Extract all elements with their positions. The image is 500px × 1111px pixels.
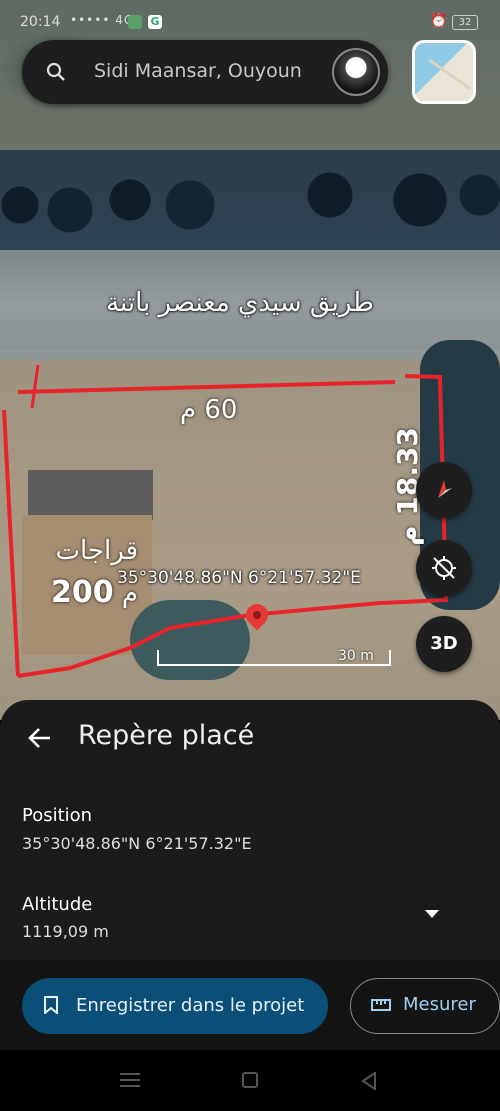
chevron-down-icon[interactable] (425, 910, 439, 918)
measure-button[interactable]: Mesurer (350, 978, 500, 1034)
avatar[interactable] (332, 48, 380, 96)
position-value: 35°30'48.86"N 6°21'57.32"E (22, 834, 252, 853)
search-input[interactable]: Sidi Maansar, Ouyoun (94, 60, 302, 82)
search-bar[interactable]: Sidi Maansar, Ouyoun (22, 40, 388, 104)
battery-icon: 32 (452, 15, 478, 30)
search-icon[interactable] (46, 62, 66, 82)
map-type-button[interactable] (412, 40, 476, 104)
status-bar: 20:14 ••••• 4G G ⏰ 32 (0, 10, 500, 34)
scale-label: 30 m (338, 648, 374, 664)
system-nav-bar (0, 1050, 500, 1111)
save-to-project-button[interactable]: Enregistrer dans le projet (22, 978, 328, 1034)
road-label: طريق سيدي معنصر باتنة (106, 288, 374, 318)
alarm-icon: ⏰ (430, 13, 448, 29)
pin-coordinates: 35°30'48.86"N 6°21'57.32"E (117, 568, 361, 588)
my-location-button[interactable] (416, 540, 472, 596)
width-label: 60 م (180, 395, 238, 425)
signal-icon: ••••• 4G (70, 13, 135, 27)
save-button-label: Enregistrer dans le projet (76, 995, 305, 1016)
garages-value: 200 (51, 575, 114, 610)
ruler-icon (371, 999, 391, 1011)
nav-back-icon[interactable] (360, 1072, 378, 1090)
status-time: 20:14 (20, 14, 61, 30)
home-icon[interactable] (242, 1072, 258, 1088)
app-notification-icon (128, 15, 142, 29)
recent-apps-icon[interactable] (120, 1073, 140, 1087)
garages-title: قراجات (55, 536, 138, 566)
altitude-label: Altitude (22, 894, 93, 915)
measure-button-label: Mesurer (403, 994, 476, 1015)
3d-button[interactable]: 3D (416, 616, 472, 672)
satellite-map[interactable]: طريق سيدي معنصر باتنة 60 م قراجات م 200 … (0, 0, 500, 720)
position-label: Position (22, 805, 93, 826)
bookmark-icon (44, 996, 58, 1014)
back-arrow-icon[interactable] (26, 724, 54, 752)
altitude-value: 1119,09 m (22, 922, 109, 941)
compass-icon (438, 480, 452, 498)
sheet-title: Repère placé (78, 720, 255, 751)
google-notification-icon: G (148, 15, 162, 29)
action-bar: Enregistrer dans le projet Mesurer (0, 960, 500, 1050)
compass-button[interactable] (416, 462, 472, 518)
location-off-icon (432, 556, 456, 580)
